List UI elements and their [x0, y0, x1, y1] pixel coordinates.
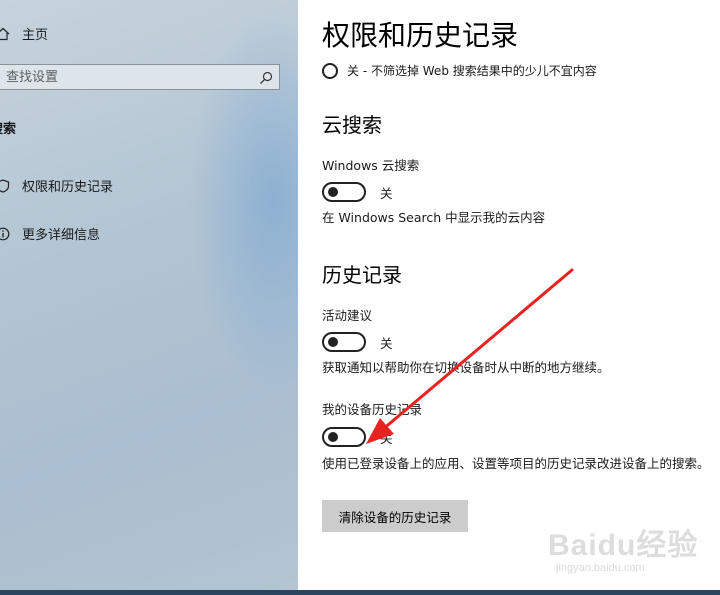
home-icon	[0, 27, 10, 41]
windows-cloud-search-toggle[interactable]	[322, 182, 366, 202]
history-heading: 历史记录	[322, 263, 402, 287]
activity-suggestions-label: 活动建议	[322, 308, 373, 323]
windows-cloud-search-label: Windows 云搜索	[322, 158, 420, 173]
settings-search[interactable]	[0, 64, 280, 90]
sidebar-home-label: 主页	[22, 28, 49, 43]
toggle-knob	[328, 337, 338, 347]
taskbar-edge	[0, 590, 720, 595]
sidebar-section-label: 搜索	[0, 122, 17, 137]
watermark-sub: jingyan.baidu.com	[556, 562, 645, 574]
activity-suggestions-toggle-row: 关	[322, 332, 393, 352]
toggle-knob	[328, 187, 338, 197]
toggle-state-label: 关	[380, 185, 393, 201]
device-history-toggle-row: 关	[322, 427, 393, 447]
toggle-knob	[328, 432, 338, 442]
device-history-toggle[interactable]	[322, 427, 366, 447]
search-input[interactable]	[0, 65, 246, 89]
watermark-main: Baidu经验	[548, 529, 699, 562]
safe-search-off-option[interactable]: 关 - 不筛选掉 Web 搜索结果中的少儿不宜内容	[322, 62, 597, 79]
search-icon[interactable]	[259, 70, 273, 89]
radio-button[interactable]	[322, 62, 338, 79]
settings-main-panel: 权限和历史记录 关 - 不筛选掉 Web 搜索结果中的少儿不宜内容 云搜索 Wi…	[298, 0, 720, 590]
windows-cloud-search-toggle-row: 关	[322, 182, 393, 202]
settings-sidebar: 主页 搜索 权限和历史记录 更多详细信息	[0, 0, 298, 590]
activity-suggestions-toggle[interactable]	[322, 332, 366, 352]
sidebar-home[interactable]: 主页	[0, 24, 48, 43]
activity-suggestions-description: 获取通知以帮助你在切换设备时从中断的地方继续。	[322, 360, 610, 375]
shield-icon	[0, 178, 10, 193]
device-history-description: 使用已登录设备上的应用、设置等项目的历史记录改进设备上的搜索。	[322, 456, 710, 471]
safe-search-off-label: 关 - 不筛选掉 Web 搜索结果中的少儿不宜内容	[347, 64, 597, 78]
page-title: 权限和历史记录	[322, 19, 519, 52]
cloud-search-description: 在 Windows Search 中显示我的云内容	[322, 210, 546, 225]
baidu-watermark: Baidu经验 jingyan.baidu.com	[548, 518, 708, 582]
sidebar-item-label: 更多详细信息	[22, 228, 101, 243]
clear-device-history-button[interactable]: 清除设备的历史记录	[322, 500, 468, 532]
cloud-search-heading: 云搜索	[322, 113, 382, 137]
sidebar-item-label: 权限和历史记录	[22, 180, 114, 195]
sidebar-item-more-details[interactable]: 更多详细信息	[0, 224, 100, 243]
device-history-label: 我的设备历史记录	[322, 402, 423, 417]
toggle-state-label: 关	[380, 430, 393, 446]
sidebar-item-permissions-history[interactable]: 权限和历史记录	[0, 176, 113, 195]
toggle-state-label: 关	[380, 335, 393, 351]
info-icon	[0, 227, 10, 241]
